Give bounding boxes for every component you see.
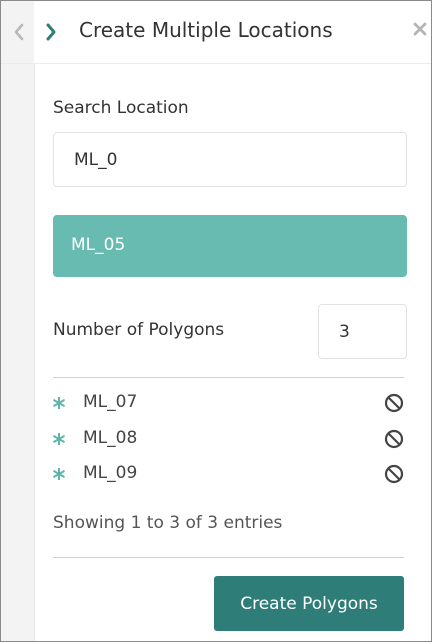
chevron-left-icon[interactable] bbox=[11, 22, 27, 42]
location-name: ML_07 bbox=[83, 392, 138, 412]
panel-title: Create Multiple Locations bbox=[79, 18, 333, 42]
number-of-polygons-input[interactable] bbox=[318, 304, 407, 359]
search-location-input[interactable] bbox=[53, 132, 407, 187]
create-polygons-button[interactable]: Create Polygons bbox=[214, 576, 404, 631]
block-icon[interactable] bbox=[384, 464, 404, 484]
location-list-item: ML_08 bbox=[53, 428, 407, 458]
side-strip bbox=[1, 1, 35, 641]
chevron-right-icon[interactable] bbox=[43, 22, 59, 42]
location-name: ML_08 bbox=[83, 428, 138, 448]
list-bottom-divider bbox=[53, 557, 404, 558]
location-list-item: ML_07 bbox=[53, 392, 407, 422]
block-icon[interactable] bbox=[384, 429, 404, 449]
list-top-divider bbox=[53, 377, 404, 378]
asterisk-icon bbox=[53, 433, 65, 445]
location-list-item: ML_09 bbox=[53, 463, 407, 493]
asterisk-icon bbox=[53, 468, 65, 480]
location-name: ML_09 bbox=[83, 463, 138, 483]
entries-status: Showing 1 to 3 of 3 entries bbox=[53, 513, 283, 533]
block-icon[interactable] bbox=[384, 393, 404, 413]
search-location-label: Search Location bbox=[53, 98, 189, 118]
panel-frame: Create Multiple Locations Search Locatio… bbox=[0, 0, 432, 642]
asterisk-icon bbox=[53, 397, 65, 409]
number-of-polygons-label: Number of Polygons bbox=[53, 320, 225, 340]
close-icon[interactable] bbox=[412, 21, 428, 37]
panel-header: Create Multiple Locations bbox=[1, 1, 431, 64]
search-suggestion-item[interactable]: ML_05 bbox=[53, 215, 407, 277]
